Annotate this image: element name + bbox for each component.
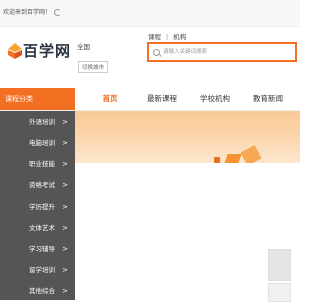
- sidebar-item-qualification[interactable]: 资格考试 >: [0, 174, 75, 196]
- sidebar-item-degree[interactable]: 学历提升 >: [0, 196, 75, 218]
- banner-decoration: [224, 154, 242, 163]
- chevron-right-icon: >: [62, 139, 68, 147]
- sidebar-item-other[interactable]: 其他综合 >: [0, 280, 75, 302]
- sidebar-item-arts-sports[interactable]: 文体艺术 >: [0, 217, 75, 239]
- search-tab-divider: |: [166, 33, 169, 41]
- category-header[interactable]: 课程分类: [0, 88, 75, 110]
- current-city: 全国: [77, 43, 90, 51]
- chevron-right-icon: >: [62, 266, 68, 274]
- search-box: [147, 42, 297, 62]
- chevron-right-icon: >: [62, 245, 68, 253]
- sidebar-item-tutoring[interactable]: 学习辅导 >: [0, 238, 75, 260]
- chevron-right-icon: >: [62, 118, 68, 126]
- search-tab-institutions[interactable]: 机构: [173, 33, 186, 41]
- sidebar-item-label: 资格考试: [29, 181, 55, 189]
- search-tab-courses[interactable]: 课程: [148, 33, 161, 41]
- sidebar-item-study-abroad[interactable]: 留学培训 >: [0, 259, 75, 281]
- nav-education-news[interactable]: 教育新闻: [246, 88, 290, 110]
- search-input[interactable]: [163, 46, 291, 58]
- chevron-right-icon: >: [62, 181, 68, 189]
- sidebar-item-foreign-language[interactable]: 外语培训 >: [0, 111, 75, 133]
- sidebar-item-label: 电脑培训: [29, 139, 55, 147]
- sidebar-item-label: 其他综合: [29, 287, 55, 295]
- sidebar-item-computer[interactable]: 电脑培训 >: [0, 132, 75, 154]
- main-nav: 课程分类 首页 最新课程 学校机构 教育新闻: [0, 88, 300, 111]
- sidebar-item-label: 外语培训: [29, 118, 55, 126]
- nav-institutions[interactable]: 学校机构: [193, 88, 237, 110]
- sidebar-item-label: 学历提升: [29, 203, 55, 211]
- logo-icon: [8, 43, 22, 59]
- category-sidebar: 外语培训 > 电脑培训 > 职业技能 > 资格考试 > 学历提升 > 文体艺术 …: [0, 111, 75, 300]
- chevron-right-icon: >: [62, 160, 68, 168]
- search-icon[interactable]: [153, 49, 160, 56]
- nav-latest-courses[interactable]: 最新课程: [140, 88, 184, 110]
- nav-home[interactable]: 首页: [90, 88, 130, 110]
- sidebar-item-label: 职业技能: [29, 160, 55, 168]
- floating-side-button[interactable]: [268, 249, 291, 281]
- floating-side-button[interactable]: [268, 283, 291, 302]
- sidebar-item-label: 文体艺术: [29, 224, 55, 232]
- chevron-right-icon: >: [62, 287, 68, 295]
- top-bar: 欢迎来到百学网！: [0, 0, 300, 27]
- switch-city-button[interactable]: 切换城市: [78, 61, 109, 73]
- chevron-right-icon: >: [62, 224, 68, 232]
- banner-decoration: [240, 145, 262, 163]
- logo-text[interactable]: 百学网: [23, 40, 71, 61]
- sidebar-item-label: 学习辅导: [29, 245, 55, 253]
- sidebar-item-vocational[interactable]: 职业技能 >: [0, 153, 75, 175]
- banner-decoration: [214, 157, 220, 163]
- loading-icon: [54, 9, 61, 16]
- chevron-right-icon: >: [62, 203, 68, 211]
- welcome-text: 欢迎来到百学网！: [3, 9, 52, 16]
- sidebar-item-label: 留学培训: [29, 266, 55, 274]
- promo-banner[interactable]: [75, 111, 300, 163]
- search-tabs: 课程 | 机构: [148, 31, 191, 41]
